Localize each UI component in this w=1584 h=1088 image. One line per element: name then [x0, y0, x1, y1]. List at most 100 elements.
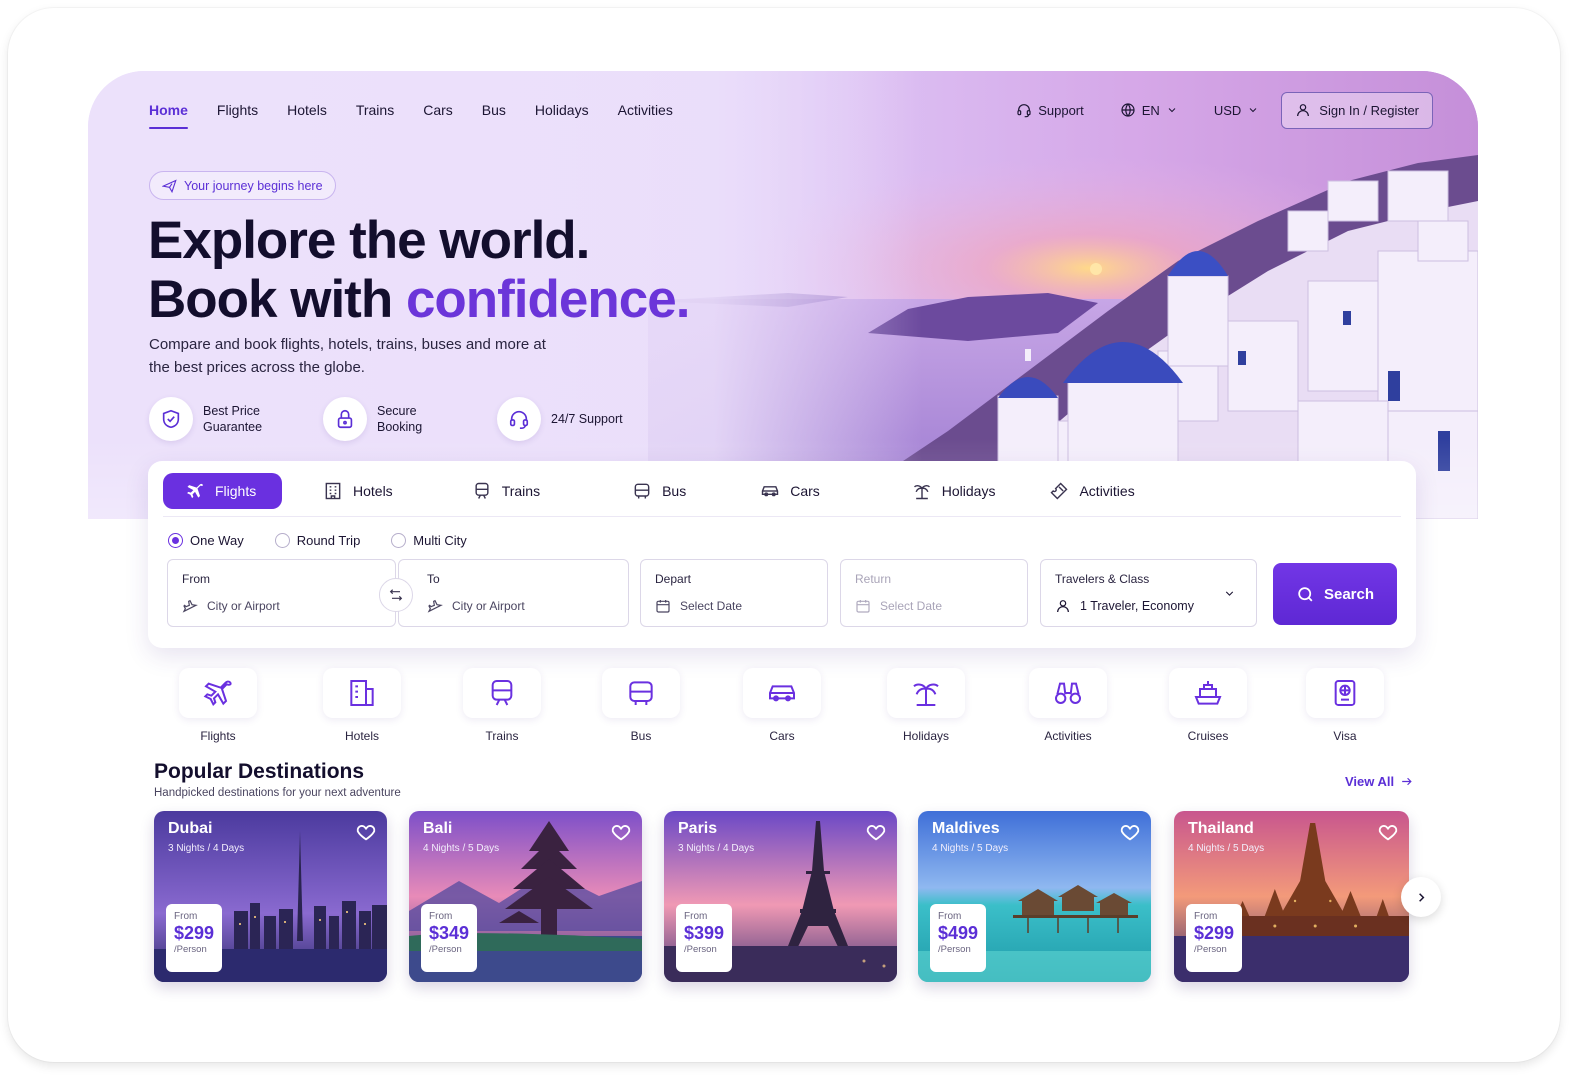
destination-name: Paris	[678, 820, 718, 837]
price-per: /Person	[1194, 944, 1227, 955]
category-label: Flights	[200, 729, 236, 743]
bus-icon	[629, 681, 653, 705]
heart-icon[interactable]	[1119, 821, 1141, 843]
hero-title: Explore the world. Book with confidence.	[148, 211, 691, 329]
nav-bus[interactable]: Bus	[482, 101, 506, 121]
destination-card-bali[interactable]: Bali 4 Nights / 5 Days From $349 /Person	[409, 811, 642, 982]
category-flights[interactable]: Flights	[178, 668, 258, 743]
tab-label: Hotels	[353, 483, 393, 499]
tab-trains[interactable]: Trains	[472, 473, 540, 509]
swap-icon	[389, 589, 403, 601]
to-field[interactable]: To City or Airport	[398, 559, 629, 627]
radio-multi-city[interactable]: Multi City	[391, 533, 467, 548]
destination-card-paris[interactable]: Paris 3 Nights / 4 Days From $399 /Perso…	[664, 811, 897, 982]
tab-label: Bus	[662, 483, 687, 499]
radio-label: One Way	[190, 533, 244, 548]
tab-flights[interactable]: Flights	[163, 473, 282, 509]
destination-card-dubai[interactable]: Dubai 3 Nights / 4 Days From $299 /Perso…	[154, 811, 387, 982]
heart-icon[interactable]	[610, 821, 632, 843]
category-cruises[interactable]: Cruises	[1168, 668, 1248, 743]
support-link[interactable]: Support	[1016, 102, 1084, 118]
page-card: Home Flights Hotels Trains Cars Bus Holi…	[88, 71, 1478, 1029]
radio-round-trip[interactable]: Round Trip	[274, 533, 360, 548]
tab-cars[interactable]: Cars	[760, 473, 820, 509]
ship-icon	[1194, 681, 1222, 705]
price-from: From	[174, 911, 198, 922]
lock-icon	[337, 409, 353, 429]
hero-title-accent: confidence.	[405, 270, 691, 329]
price-per: /Person	[684, 944, 717, 955]
globe-icon	[1121, 103, 1135, 117]
price-from: From	[684, 911, 708, 922]
destination-duration: 4 Nights / 5 Days	[1188, 843, 1265, 854]
heart-icon[interactable]	[355, 821, 377, 843]
radio-empty-icon	[391, 533, 407, 548]
category-trains[interactable]: Trains	[462, 668, 542, 743]
building-icon	[350, 680, 374, 706]
swap-button[interactable]	[379, 578, 413, 612]
hero-title-line2: Book with confidence.	[148, 270, 691, 329]
tab-hotels[interactable]: Hotels	[323, 473, 393, 509]
bus-icon	[634, 483, 650, 499]
currency-value: USD	[1213, 102, 1242, 118]
destination-name: Bali	[423, 820, 453, 837]
field-label: Depart	[655, 572, 692, 586]
tabs-divider	[163, 516, 1401, 517]
from-field[interactable]: From City or Airport	[167, 559, 396, 627]
radio-one-way[interactable]: One Way	[168, 533, 244, 548]
building-icon	[325, 482, 341, 500]
travelers-field[interactable]: Travelers & Class 1 Traveler, Economy	[1040, 559, 1257, 627]
heart-icon[interactable]	[865, 821, 887, 843]
price-tag: From $299 /Person	[1186, 904, 1242, 972]
shield-check-icon	[162, 409, 180, 429]
plane-icon	[187, 483, 203, 499]
currency-selector[interactable]: USD	[1214, 103, 1259, 118]
tab-holidays[interactable]: Holidays	[912, 473, 996, 509]
category-label: Visa	[1333, 729, 1357, 743]
nav-trains[interactable]: Trains	[356, 101, 394, 121]
language-selector[interactable]: EN	[1120, 102, 1178, 118]
destination-card-maldives[interactable]: Maldives 4 Nights / 5 Days From $499 /Pe…	[918, 811, 1151, 982]
price-per: /Person	[429, 944, 462, 955]
trip-type-options: One Way Round Trip Multi City	[168, 533, 498, 548]
calendar-icon	[656, 600, 670, 613]
search-tabs: Flights Hotels Trains Bus Cars Holidays	[163, 473, 1135, 509]
destination-card-thailand[interactable]: Thailand 4 Nights / 5 Days From $299 /Pe…	[1174, 811, 1409, 982]
field-label: Travelers & Class	[1055, 572, 1150, 586]
heart-icon[interactable]	[1377, 821, 1399, 843]
radio-label: Multi City	[413, 533, 467, 548]
category-activities[interactable]: Activities	[1028, 668, 1108, 743]
category-holidays[interactable]: Holidays	[886, 668, 966, 743]
price-tag: From $299 /Person	[166, 904, 222, 972]
nav-cars[interactable]: Cars	[423, 101, 453, 121]
carousel-next-button[interactable]	[1401, 877, 1441, 917]
tab-label: Holidays	[941, 483, 996, 499]
category-cars[interactable]: Cars	[742, 668, 822, 743]
nav-home[interactable]: Home	[149, 101, 188, 129]
language-value: EN	[1141, 102, 1160, 118]
depart-field[interactable]: Depart Select Date	[640, 559, 828, 627]
main-nav: Home Flights Hotels Trains Cars Bus Holi…	[149, 101, 702, 129]
search-button[interactable]: Search	[1273, 563, 1397, 625]
chevron-down-icon	[1168, 108, 1176, 113]
price-value: $299	[174, 923, 215, 943]
feature-label: Best Price Guarantee	[203, 404, 263, 434]
nav-activities[interactable]: Activities	[618, 101, 673, 121]
headset-icon	[509, 410, 529, 429]
nav-holidays[interactable]: Holidays	[535, 101, 589, 121]
hero-title-prefix: Book with	[148, 270, 406, 329]
signin-button[interactable]: Sign In / Register	[1281, 91, 1433, 129]
travelers-value: 1 Traveler, Economy	[1080, 599, 1194, 613]
category-label: Bus	[630, 729, 652, 743]
category-hotels[interactable]: Hotels	[322, 668, 402, 743]
tab-activities[interactable]: Activities	[1049, 473, 1135, 509]
category-bus[interactable]: Bus	[601, 668, 681, 743]
category-visa[interactable]: Visa	[1305, 668, 1385, 743]
return-field[interactable]: Return Select Date	[840, 559, 1028, 627]
nav-hotels[interactable]: Hotels	[287, 101, 327, 121]
support-label: Support	[1038, 102, 1084, 118]
top-right-actions: Support EN USD Sign In / Register	[1016, 91, 1433, 129]
nav-flights[interactable]: Flights	[217, 101, 258, 121]
tab-bus[interactable]: Bus	[632, 473, 686, 509]
view-all-link[interactable]: View All	[1345, 774, 1413, 789]
